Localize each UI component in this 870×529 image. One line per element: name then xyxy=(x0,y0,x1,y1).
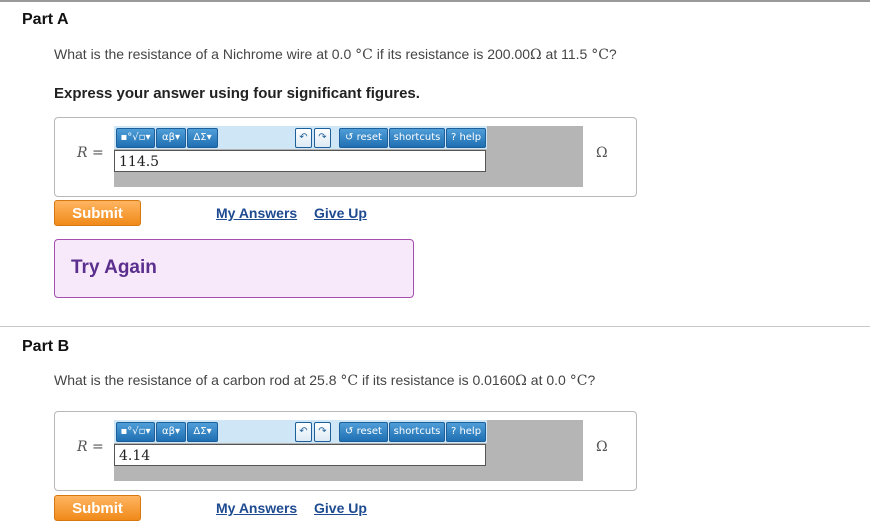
answer-variable-label: R = xyxy=(77,439,104,455)
feedback-box: Try Again xyxy=(54,239,414,298)
redo-icon: ↷ xyxy=(318,132,327,143)
part-b-title: Part B xyxy=(22,338,70,355)
help-button[interactable]: ? help xyxy=(446,128,486,148)
answer-input[interactable]: 114.5 xyxy=(114,150,486,172)
top-rule xyxy=(0,0,870,2)
give-up-link[interactable]: Give Up xyxy=(314,500,367,516)
part-a-question: What is the resistance of a Nichrome wir… xyxy=(54,46,617,63)
help-icon: ? xyxy=(450,426,457,437)
greek-letters-button[interactable]: αβ▾ xyxy=(156,128,186,148)
question-text: ? xyxy=(608,46,617,62)
question-text: What is the resistance of a Nichrome wir… xyxy=(54,46,356,62)
redo-button[interactable]: ↷ xyxy=(314,128,331,148)
reset-button[interactable]: ↺ reset xyxy=(339,422,388,442)
math-editor: ▪°√▫▾ αβ▾ ΔΣ▾ ↶ ↷ ↺ reset shortcuts ? he… xyxy=(114,420,583,481)
question-text: at 0.0 xyxy=(526,372,570,388)
editor-toolbar: ▪°√▫▾ αβ▾ ΔΣ▾ ↶ ↷ ↺ reset shortcuts ? he… xyxy=(114,420,487,443)
math-editor: ▪°√▫▾ αβ▾ ΔΣ▾ ↶ ↷ ↺ reset shortcuts ? he… xyxy=(114,126,583,187)
symbols-button[interactable]: ΔΣ▾ xyxy=(187,422,218,442)
undo-icon: ↶ xyxy=(299,132,308,143)
part-b-answer-box: R = ▪°√▫▾ αβ▾ ΔΣ▾ ↶ ↷ ↺ reset shortcuts … xyxy=(54,411,637,491)
unit-ohm: Ω xyxy=(530,47,542,63)
question-text: at 11.5 xyxy=(541,46,592,62)
unit-celsius: °C xyxy=(569,373,588,389)
unit-celsius: °C xyxy=(340,373,359,389)
unit-celsius: °C xyxy=(591,47,609,63)
reset-icon: ↺ xyxy=(345,426,354,437)
answer-input[interactable]: 4.14 xyxy=(114,444,486,466)
unit-celsius: °C xyxy=(355,47,373,63)
templates-button[interactable]: ▪°√▫▾ xyxy=(116,128,155,148)
reset-button[interactable]: ↺ reset xyxy=(339,128,388,148)
undo-icon: ↶ xyxy=(299,426,308,437)
question-text: if its resistance is 200.00 xyxy=(372,46,531,62)
unit-ohm: Ω xyxy=(515,373,527,389)
shortcuts-button[interactable]: shortcuts xyxy=(389,128,445,148)
editor-toolbar: ▪°√▫▾ αβ▾ ΔΣ▾ ↶ ↷ ↺ reset shortcuts ? he… xyxy=(114,126,487,149)
answer-unit: Ω xyxy=(596,145,608,161)
submit-button[interactable]: Submit xyxy=(54,495,141,521)
greek-letters-button[interactable]: αβ▾ xyxy=(156,422,186,442)
help-icon: ? xyxy=(450,132,457,143)
shortcuts-button[interactable]: shortcuts xyxy=(389,422,445,442)
my-answers-link[interactable]: My Answers xyxy=(216,500,297,516)
feedback-text: Try Again xyxy=(71,257,157,278)
part-a-answer-box: R = ▪°√▫▾ αβ▾ ΔΣ▾ ↶ ↷ ↺ reset shortcuts … xyxy=(54,117,637,197)
question-text: if its resistance is 0.0160 xyxy=(358,372,516,388)
part-a-instruction: Express your answer using four significa… xyxy=(54,85,420,102)
templates-button[interactable]: ▪°√▫▾ xyxy=(116,422,155,442)
part-divider xyxy=(0,326,870,327)
part-b-question: What is the resistance of a carbon rod a… xyxy=(54,372,595,389)
reset-icon: ↺ xyxy=(345,132,354,143)
redo-icon: ↷ xyxy=(318,426,327,437)
undo-button[interactable]: ↶ xyxy=(295,422,312,442)
symbols-button[interactable]: ΔΣ▾ xyxy=(187,128,218,148)
undo-button[interactable]: ↶ xyxy=(295,128,312,148)
question-text: ? xyxy=(587,372,596,388)
my-answers-link[interactable]: My Answers xyxy=(216,205,297,221)
submit-button[interactable]: Submit xyxy=(54,200,141,226)
help-button[interactable]: ? help xyxy=(446,422,486,442)
answer-unit: Ω xyxy=(596,439,608,455)
part-a-title: Part A xyxy=(22,11,69,28)
answer-variable-label: R = xyxy=(77,145,104,161)
redo-button[interactable]: ↷ xyxy=(314,422,331,442)
give-up-link[interactable]: Give Up xyxy=(314,205,367,221)
question-text: What is the resistance of a carbon rod a… xyxy=(54,372,341,388)
